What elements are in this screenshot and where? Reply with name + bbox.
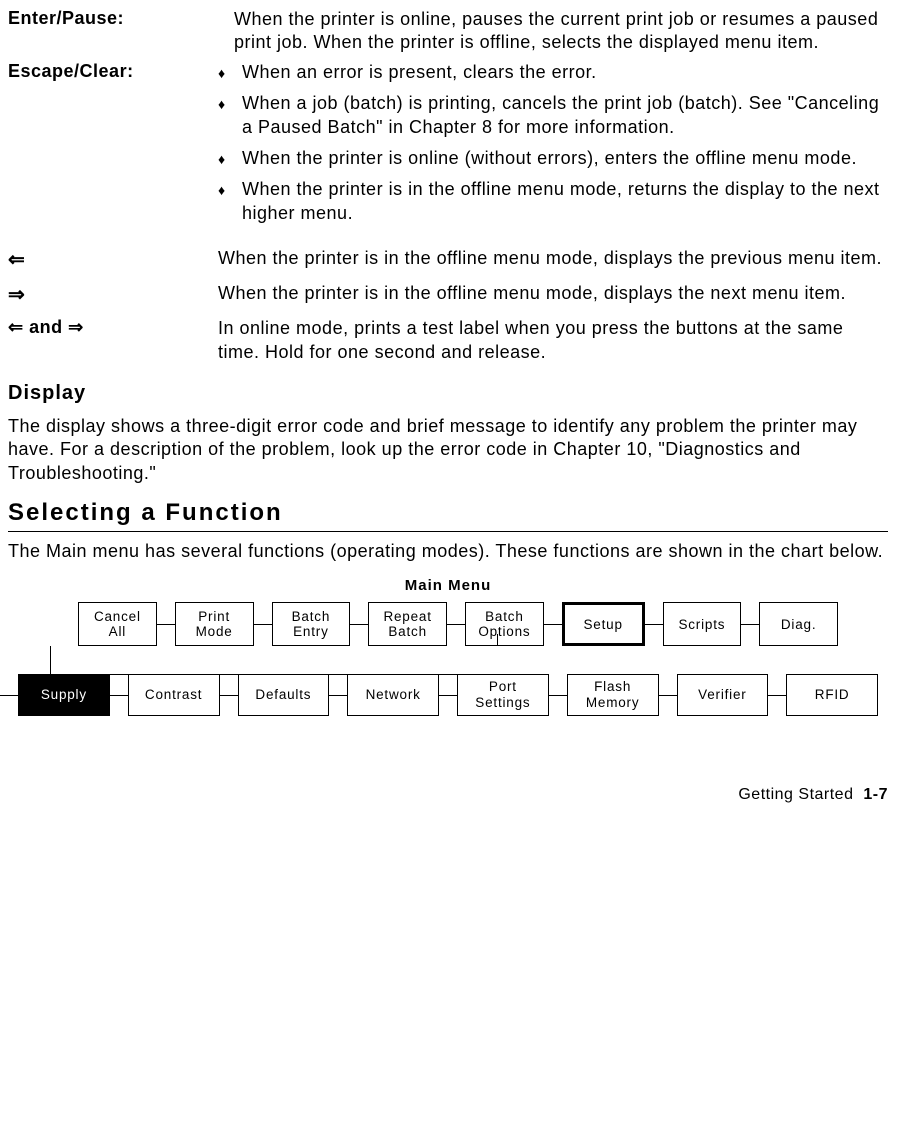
page-footer: Getting Started 1-7 [8, 786, 888, 804]
menu-box-verifier: Verifier [677, 674, 769, 715]
escape-clear-desc: ♦When an error is present, clears the er… [218, 61, 888, 233]
enter-pause-term: Enter/Pause: [8, 8, 218, 29]
selecting-function-body: The Main menu has several functions (ope… [8, 540, 888, 563]
menu-box-setup: Setup [562, 602, 645, 646]
enter-pause-row: Enter/Pause: When the printer is online,… [8, 8, 888, 55]
chart-connector-elbow [50, 646, 499, 675]
both-arrows-row: ⇐ and ⇒ In online mode, prints a test la… [8, 317, 888, 364]
bullet-text: When an error is present, clears the err… [242, 61, 888, 84]
display-body: The display shows a three-digit error co… [8, 415, 888, 485]
bullet-diamond-icon: ♦ [218, 61, 242, 82]
menu-box-contrast: Contrast [128, 674, 220, 715]
bullet-text: When a job (batch) is printing, cancels … [242, 92, 888, 139]
menu-box-repeat-batch: RepeatBatch [368, 602, 447, 646]
left-arrow-desc: When the printer is in the offline menu … [218, 247, 888, 270]
menu-box-diag: Diag. [759, 602, 838, 646]
chart-row-setup-sub: Supply Contrast Defaults Network PortSet… [8, 674, 888, 715]
menu-box-batch-entry: BatchEntry [272, 602, 351, 646]
both-arrows-icon: ⇐ and ⇒ [8, 317, 218, 338]
bullet-diamond-icon: ♦ [218, 147, 242, 168]
definition-list: Enter/Pause: When the printer is online,… [8, 8, 888, 364]
bullet-diamond-icon: ♦ [218, 92, 242, 113]
right-arrow-icon: ⇒ [8, 282, 218, 307]
selecting-function-heading: Selecting a Function [8, 499, 888, 532]
right-arrow-desc: When the printer is in the offline menu … [218, 282, 888, 305]
menu-box-cancel-all: CancelAll [78, 602, 157, 646]
footer-section: Getting Started [738, 786, 853, 803]
menu-box-defaults: Defaults [238, 674, 330, 715]
enter-pause-desc: When the printer is online, pauses the c… [218, 8, 888, 55]
chart-row-main: CancelAll PrintMode BatchEntry RepeatBat… [8, 602, 888, 646]
both-arrows-desc: In online mode, prints a test label when… [218, 317, 888, 364]
menu-box-scripts: Scripts [663, 602, 742, 646]
menu-chart: Main Menu CancelAll PrintMode BatchEntry… [8, 577, 888, 715]
display-heading: Display [8, 382, 888, 405]
menu-box-rfid: RFID [786, 674, 878, 715]
bullet-item: ♦When a job (batch) is printing, cancels… [218, 92, 888, 139]
menu-box-batch-options: BatchOptions [465, 602, 544, 646]
menu-box-print-mode: PrintMode [175, 602, 254, 646]
menu-box-network: Network [347, 674, 439, 715]
bullet-item: ♦When the printer is in the offline menu… [218, 178, 888, 225]
bullet-item: ♦When the printer is online (without err… [218, 147, 888, 170]
escape-clear-term: Escape/Clear: [8, 61, 218, 82]
chart-title: Main Menu [8, 577, 888, 594]
menu-box-supply: Supply [18, 674, 110, 715]
bullet-diamond-icon: ♦ [218, 178, 242, 199]
right-arrow-row: ⇒ When the printer is in the offline men… [8, 282, 888, 307]
left-arrow-icon: ⇐ [8, 247, 218, 272]
menu-box-port-settings: PortSettings [457, 674, 549, 715]
bullet-text: When the printer is online (without erro… [242, 147, 888, 170]
left-arrow-row: ⇐ When the printer is in the offline men… [8, 247, 888, 272]
footer-page-number: 1-7 [863, 786, 888, 803]
bullet-item: ♦When an error is present, clears the er… [218, 61, 888, 84]
menu-box-flash-memory: FlashMemory [567, 674, 659, 715]
escape-clear-row: Escape/Clear: ♦When an error is present,… [8, 61, 888, 233]
bullet-text: When the printer is in the offline menu … [242, 178, 888, 225]
chart-connector-vertical [497, 634, 498, 646]
